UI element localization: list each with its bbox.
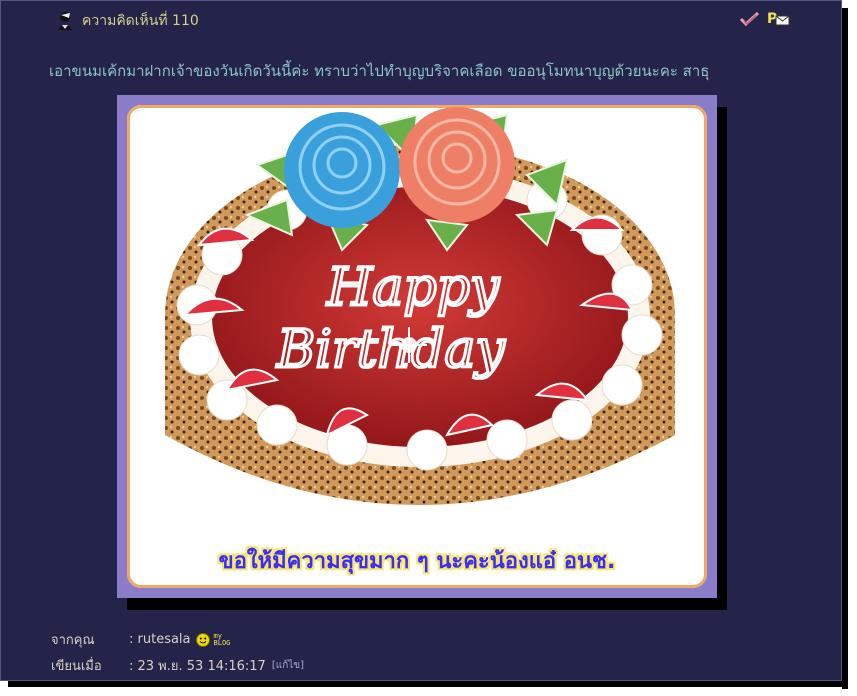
cake-image: Happy Birthday ขอให้มีความสุขมาก ๆ นะคะน… bbox=[127, 105, 707, 588]
image-caption: ขอให้มีความสุขมาก ๆ นะคะน้องแอ๋ อนช. bbox=[218, 549, 616, 574]
cake-text-birthday: Birthday bbox=[276, 320, 505, 380]
date-value: : 23 พ.ย. 53 14:16:17 bbox=[129, 659, 266, 674]
date-label: เขียนเมื่อ bbox=[51, 659, 102, 674]
cake-illustration: Happy Birthday bbox=[165, 107, 675, 505]
private-message-icon[interactable]: P bbox=[767, 10, 790, 28]
approve-icon[interactable] bbox=[739, 10, 761, 28]
author-row: จากคุณ : rutesala my BLOG bbox=[51, 629, 230, 650]
smiley-icon bbox=[195, 632, 210, 647]
cake-image-frame: Happy Birthday ขอให้มีความสุขมาก ๆ นะคะน… bbox=[117, 95, 717, 598]
date-row: เขียนเมื่อ : 23 พ.ย. 53 14:16:17 [แก้ไข] bbox=[51, 655, 304, 676]
user-silhouette-icon bbox=[56, 11, 74, 31]
blog-badge-line-2: BLOG bbox=[213, 638, 231, 647]
comment-header: ความคิดเห็นที่ 110 bbox=[56, 9, 199, 33]
comment-actions: P bbox=[739, 9, 790, 29]
panel-shadow-right bbox=[842, 8, 848, 689]
my-blog-badge[interactable]: my BLOG bbox=[213, 632, 231, 647]
cake-text-happy: Happy bbox=[326, 258, 500, 318]
comment-message: เอาขนมเค้กมาฝากเจ้าของวันเกิดวันนี้ค่ะ ท… bbox=[49, 62, 710, 80]
author-label: จากคุณ bbox=[51, 633, 95, 648]
comment-title: ความคิดเห็นที่ 110 bbox=[82, 13, 199, 29]
panel-shadow-bottom bbox=[8, 681, 848, 687]
comment-panel: ความคิดเห็นที่ 110 P เอาขนมเค้กมาฝากเจ้า… bbox=[0, 0, 842, 681]
edit-link[interactable]: [แก้ไข] bbox=[272, 658, 304, 673]
author-value[interactable]: : rutesala bbox=[129, 632, 191, 647]
